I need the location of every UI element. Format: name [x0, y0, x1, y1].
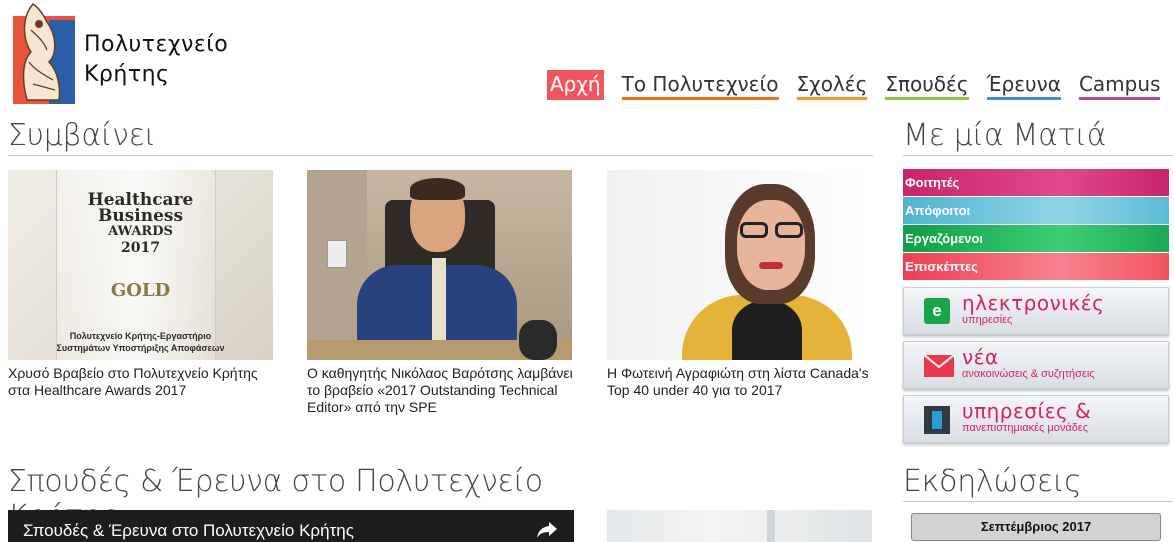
- glance-item-staff[interactable]: Εργαζόμενοι: [903, 225, 1169, 253]
- service-title: νέα: [962, 345, 999, 369]
- professor-photo[interactable]: [307, 170, 572, 360]
- mail-icon: [923, 354, 955, 382]
- nav-item-studies[interactable]: Σπουδές: [885, 70, 969, 100]
- service-subtitle: ανακοινώσεις & συζητήσεις: [962, 368, 1095, 380]
- news-button[interactable]: νέα ανακοινώσεις & συζητήσεις: [903, 341, 1169, 389]
- award-line: 2017: [121, 240, 160, 256]
- news-card[interactable]: Η Φωτεινή Αγραφιώτη στη λίστα Canada's T…: [607, 170, 873, 399]
- award-subtitle: Συστημάτων Υποστήριξης Αποφάσεων: [56, 343, 225, 353]
- award-line: AWARDS: [108, 224, 173, 239]
- news-card[interactable]: Ο καθηγητής Νικόλαος Βαρότσης λαμβάνει τ…: [307, 170, 573, 416]
- researcher-photo[interactable]: [607, 170, 872, 360]
- e-services-icon: e: [924, 298, 950, 324]
- service-title: ηλεκτρονικές: [962, 291, 1105, 315]
- events-section-title: Εκδηλώσεις: [903, 464, 1173, 502]
- award-photo[interactable]: Healthcare Business AWARDS 2017 GOLD Πολ…: [8, 170, 273, 360]
- glance-menu: Φοιτητές Απόφοιτοι Εργαζόμενοι Επισκέπτε…: [903, 169, 1169, 281]
- glance-section-title: Με μία Ματιά: [903, 118, 1173, 156]
- nav-item-home[interactable]: Αρχή: [547, 70, 604, 100]
- university-name[interactable]: Πολυτεχνείο Κρήτης: [84, 30, 228, 90]
- news-caption[interactable]: Χρυσό Βραβείο στο Πολυτεχνείο Κρήτης στα…: [8, 365, 274, 399]
- building-icon: [924, 406, 950, 439]
- award-line: Business: [97, 206, 184, 226]
- service-subtitle: υπηρεσίες: [962, 314, 1013, 326]
- news-caption[interactable]: Η Φωτεινή Αγραφιώτη στη λίστα Canada's T…: [607, 365, 873, 399]
- glance-item-visitors[interactable]: Επισκέπτες: [903, 253, 1169, 281]
- university-name-line2: Κρήτης: [84, 62, 170, 87]
- university-name-line1: Πολυτεχνείο: [84, 32, 229, 57]
- video-player[interactable]: Σπουδές & Έρευνα στο Πολυτεχνείο Κρήτης: [8, 510, 574, 542]
- nav-item-research[interactable]: Έρευνα: [986, 70, 1061, 100]
- nav-item-schools[interactable]: Σχολές: [796, 70, 868, 100]
- news-caption[interactable]: Ο καθηγητής Νικόλαος Βαρότσης λαμβάνει τ…: [307, 365, 573, 416]
- video-title[interactable]: Σπουδές & Έρευνα στο Πολυτεχνείο Κρήτης: [23, 521, 354, 541]
- nav-item-campus[interactable]: Campus: [1078, 70, 1161, 100]
- main-nav: Αρχή Το Πολυτεχνείο Σχολές Σπουδές Έρευν…: [547, 70, 1174, 100]
- glance-item-alumni[interactable]: Απόφοιτοι: [903, 197, 1169, 225]
- share-icon[interactable]: [536, 520, 558, 542]
- award-gold: GOLD: [110, 280, 171, 301]
- service-subtitle: πανεπιστημιακές μονάδες: [962, 422, 1089, 434]
- news-section-title: Συμβαίνει: [8, 118, 873, 156]
- units-button[interactable]: υπηρεσίες & πανεπιστημιακές μονάδες: [903, 395, 1169, 443]
- studies-thumbnail[interactable]: [607, 510, 872, 542]
- e-services-button[interactable]: e ηλεκτρονικές υπηρεσίες: [903, 287, 1169, 335]
- service-title: υπηρεσίες &: [962, 399, 1092, 423]
- news-card[interactable]: Healthcare Business AWARDS 2017 GOLD Πολ…: [8, 170, 274, 399]
- university-logo[interactable]: [13, 0, 75, 104]
- calendar-month-header[interactable]: Σεπτέμβριος 2017: [911, 513, 1161, 541]
- glance-item-students[interactable]: Φοιτητές: [903, 169, 1169, 197]
- nav-item-university[interactable]: Το Πολυτεχνείο: [621, 70, 779, 100]
- award-subtitle: Πολυτεχνείο Κρήτης-Εργαστήριο: [69, 331, 212, 341]
